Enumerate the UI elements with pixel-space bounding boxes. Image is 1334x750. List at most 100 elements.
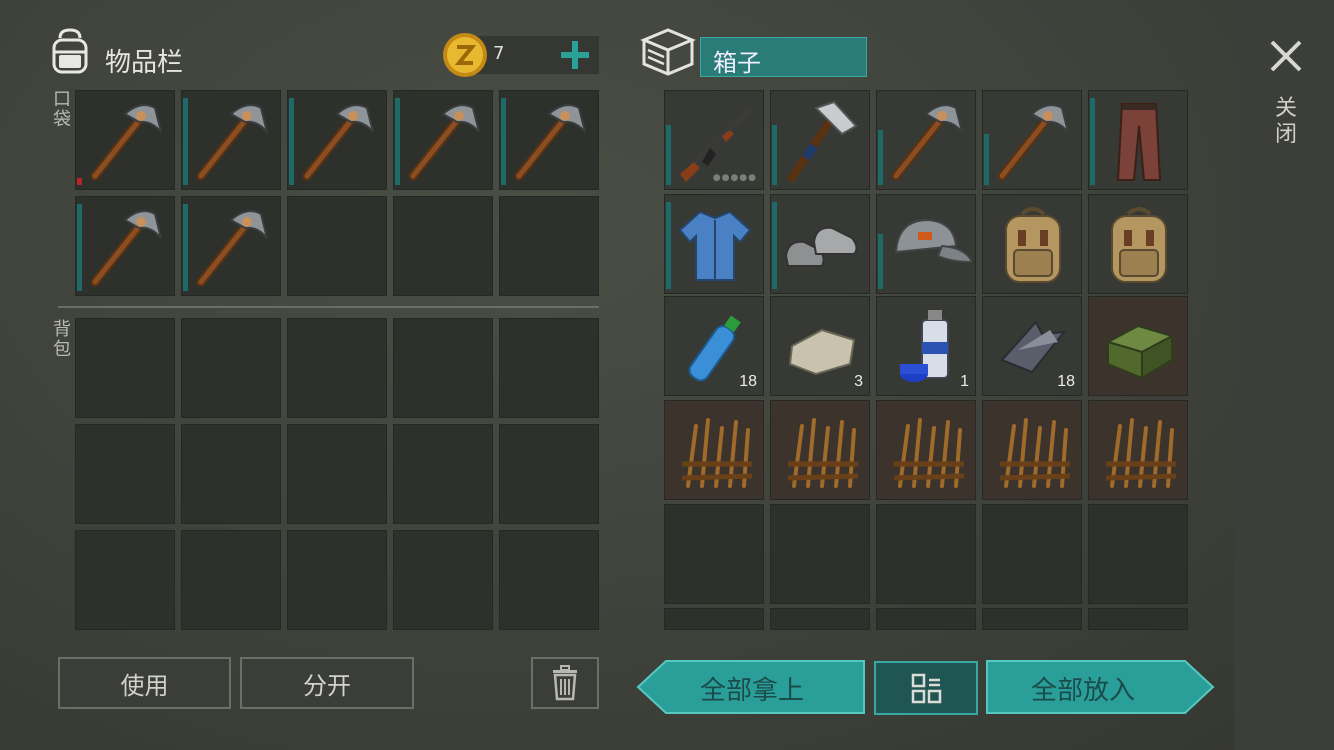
- item-count: 18: [1057, 373, 1075, 390]
- pickaxe-icon: [187, 202, 277, 292]
- backpack-slot[interactable]: [393, 424, 493, 524]
- chest-icon: [640, 26, 696, 78]
- pocket-slot[interactable]: [287, 196, 387, 296]
- durability-bar: [772, 202, 777, 289]
- chest-slot[interactable]: [770, 400, 870, 500]
- split-button-label: 分开: [303, 671, 351, 700]
- split-button[interactable]: 分开: [240, 657, 414, 709]
- pocket-slot[interactable]: [287, 90, 387, 190]
- backpack-slot[interactable]: [181, 530, 281, 630]
- backpack-slot[interactable]: [75, 424, 175, 524]
- pickaxe-icon: [505, 96, 595, 186]
- chest-slot[interactable]: 1: [876, 296, 976, 396]
- pickaxe-icon: [882, 96, 972, 186]
- chest-slot[interactable]: [664, 194, 764, 294]
- pocket-slot[interactable]: [499, 196, 599, 296]
- take-all-label: 全部拿上: [700, 676, 805, 706]
- chest-slot[interactable]: [664, 608, 764, 630]
- add-coins-button[interactable]: [558, 38, 592, 72]
- spray-paint-icon: [882, 302, 972, 392]
- coin-count: 7: [493, 43, 505, 64]
- trash-icon: [553, 665, 577, 701]
- chest-slot[interactable]: [770, 504, 870, 604]
- chest-slot[interactable]: [876, 608, 976, 630]
- durability-bar: [1090, 98, 1095, 185]
- put-all-button[interactable]: 全部放入: [985, 659, 1215, 715]
- backpack-slot[interactable]: [499, 424, 599, 524]
- durability-bar: [183, 98, 188, 185]
- pocket-slot[interactable]: [393, 90, 493, 190]
- spike-trap-icon: [776, 406, 866, 496]
- pickaxe-icon: [187, 96, 277, 186]
- durability-bar: [772, 125, 777, 185]
- backpack-slot[interactable]: [181, 318, 281, 418]
- chest-slot[interactable]: [982, 504, 1082, 604]
- pocket-slot[interactable]: [181, 196, 281, 296]
- take-all-button[interactable]: 全部拿上: [636, 659, 866, 715]
- backpack-slot[interactable]: [393, 530, 493, 630]
- chest-slot[interactable]: [876, 400, 976, 500]
- chest-slot[interactable]: [982, 400, 1082, 500]
- backpack-slot[interactable]: [75, 318, 175, 418]
- item-count: 18: [739, 373, 757, 390]
- backpack-slot[interactable]: [75, 530, 175, 630]
- trash-button[interactable]: [531, 657, 599, 709]
- backpack-slot[interactable]: [393, 318, 493, 418]
- ammo-dots: ●●●●●: [712, 173, 757, 183]
- chest-slot[interactable]: [664, 400, 764, 500]
- inventory-title: 物品栏: [105, 48, 184, 78]
- chest-slot[interactable]: [982, 608, 1082, 630]
- pocket-slot[interactable]: [75, 196, 175, 296]
- chest-slot[interactable]: [876, 504, 976, 604]
- pocket-slot[interactable]: [181, 90, 281, 190]
- plus-icon: [561, 41, 589, 69]
- pickaxe-icon: [988, 96, 1078, 186]
- chest-slot[interactable]: [1088, 90, 1188, 190]
- chest-slot[interactable]: [876, 194, 976, 294]
- chest-slot[interactable]: [982, 194, 1082, 294]
- chest-slot[interactable]: [1088, 400, 1188, 500]
- sneakers-icon: [776, 200, 866, 290]
- chest-slot[interactable]: [876, 90, 976, 190]
- close-button[interactable]: 关闭: [1262, 36, 1310, 156]
- chest-slot[interactable]: 18: [664, 296, 764, 396]
- use-button-label: 使用: [120, 671, 169, 700]
- chest-title: 箱子: [713, 49, 761, 77]
- chest-slot[interactable]: [770, 194, 870, 294]
- backpack-icon: [1094, 200, 1184, 290]
- pocket-slot[interactable]: [499, 90, 599, 190]
- chest-slot[interactable]: ●●●●●: [664, 90, 764, 190]
- chest-slot[interactable]: [664, 504, 764, 604]
- backpack-slot[interactable]: [287, 530, 387, 630]
- grid-layout-icon: [911, 673, 942, 704]
- chest-slot[interactable]: [770, 608, 870, 630]
- close-icon: [1270, 40, 1302, 72]
- pocket-slot[interactable]: [393, 196, 493, 296]
- put-all-label: 全部放入: [1031, 676, 1136, 706]
- durability-bar: [77, 204, 82, 291]
- backpack-slot[interactable]: [499, 530, 599, 630]
- backpack-slot[interactable]: [499, 318, 599, 418]
- backpack-slot[interactable]: [181, 424, 281, 524]
- backpack-icon: [988, 200, 1078, 290]
- chest-slot[interactable]: [770, 90, 870, 190]
- chest-slot[interactable]: [1088, 194, 1188, 294]
- chest-slot[interactable]: [1088, 504, 1188, 604]
- chest-slot[interactable]: [1088, 608, 1188, 630]
- backpack-slot[interactable]: [287, 318, 387, 418]
- durability-bar: [666, 202, 671, 289]
- use-button[interactable]: 使用: [58, 657, 231, 709]
- durability-bar: [666, 125, 671, 185]
- chest-slot[interactable]: 3: [770, 296, 870, 396]
- layout-toggle-button[interactable]: [874, 661, 978, 715]
- pocket-slot[interactable]: [75, 90, 175, 190]
- durability-bar: [878, 130, 883, 185]
- item-count: 1: [960, 373, 969, 390]
- chest-slot[interactable]: [982, 90, 1082, 190]
- pickaxe-icon: [81, 202, 171, 292]
- chest-slot[interactable]: [1088, 296, 1188, 396]
- chest-slot[interactable]: 18: [982, 296, 1082, 396]
- spike-trap-icon: [670, 406, 760, 496]
- pocket-label: 口袋: [53, 89, 71, 130]
- backpack-slot[interactable]: [287, 424, 387, 524]
